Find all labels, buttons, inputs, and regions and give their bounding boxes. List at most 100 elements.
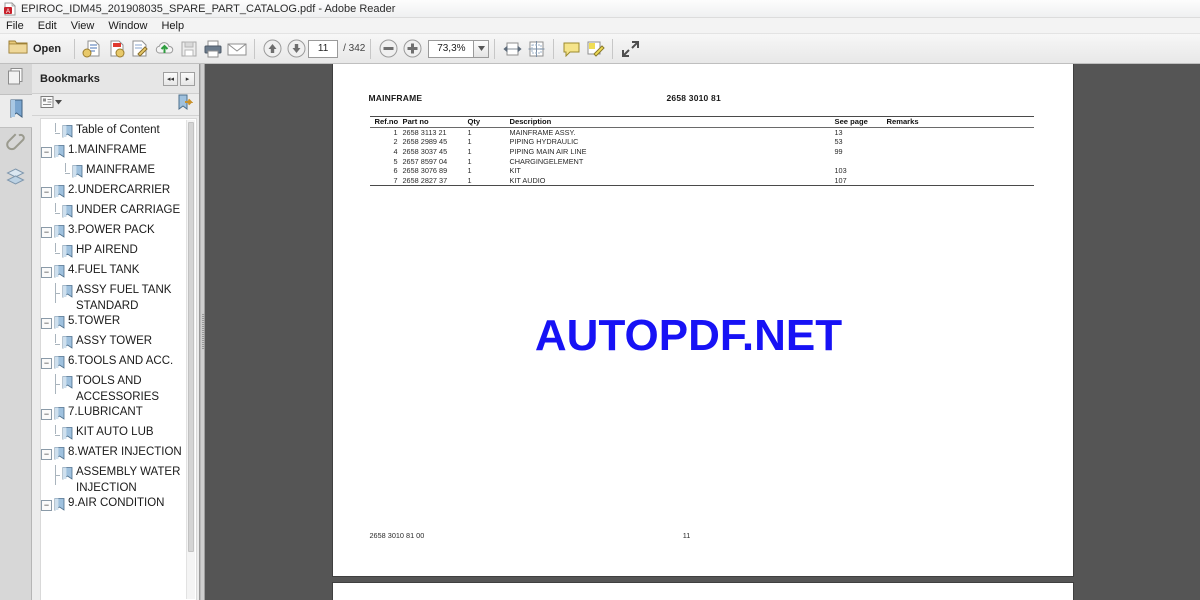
table-body: 1 2658 3113 21 1 MAINFRAME ASSY. 13 2 2658 298… bbox=[370, 128, 1034, 186]
bookmark-label: 7.LUBRICANT bbox=[68, 406, 143, 418]
bookmark-expander-icon[interactable]: − bbox=[41, 449, 52, 460]
attachments-paperclip-icon bbox=[5, 132, 26, 159]
bookmark-expander-icon[interactable]: − bbox=[41, 267, 52, 278]
bookmarks-toolbar bbox=[32, 94, 199, 116]
bookmark-item[interactable]: TOOLS AND ACCESSORIES bbox=[41, 374, 196, 405]
bookmark-label: 5.TOWER bbox=[68, 315, 121, 327]
fit-page-icon[interactable] bbox=[524, 37, 548, 61]
bookmark-icon bbox=[62, 245, 73, 263]
document-viewport[interactable]: MAINFRAME 2658 3010 81 Ref.no Part no Qt… bbox=[205, 64, 1200, 600]
bookmark-item[interactable]: − 8.WATER INJECTION bbox=[41, 445, 196, 465]
bookmark-item[interactable]: ASSY TOWER bbox=[41, 334, 196, 354]
previous-page-icon[interactable] bbox=[260, 37, 284, 61]
open-file-label: Open bbox=[33, 42, 62, 55]
cell-refno: 5 bbox=[393, 156, 398, 166]
new-bookmark-icon[interactable] bbox=[177, 94, 194, 115]
cell-description: PIPING MAIN AIR LINE bbox=[509, 147, 587, 157]
menubar: File Edit View Window Help bbox=[0, 18, 1200, 34]
sidebar-item-bookmarks[interactable] bbox=[0, 94, 32, 128]
expand-panel-button[interactable]: ▸ bbox=[180, 71, 195, 86]
highlight-text-icon[interactable] bbox=[583, 37, 607, 61]
zoom-in-icon[interactable] bbox=[400, 37, 424, 61]
table-bottom-rule bbox=[369, 185, 1034, 187]
sign-document-icon[interactable] bbox=[128, 37, 152, 61]
bookmarks-scrollbar-thumb[interactable] bbox=[188, 122, 194, 552]
bookmarks-scrollbar[interactable] bbox=[186, 120, 195, 599]
bookmark-label: TOOLS AND ACCESSORIES bbox=[76, 375, 160, 403]
next-page-icon[interactable] bbox=[284, 37, 308, 61]
tree-connector-icon bbox=[51, 203, 60, 223]
toolbar-divider bbox=[254, 38, 256, 59]
column-header-partno: Part no bbox=[402, 117, 429, 127]
combine-files-icon[interactable] bbox=[104, 37, 128, 61]
bookmark-expander-icon[interactable]: − bbox=[41, 227, 52, 238]
bookmark-expander-icon[interactable]: − bbox=[41, 409, 52, 420]
bookmark-label: 4.FUEL TANK bbox=[68, 264, 140, 276]
bookmarks-panel-header: Bookmarks ◂◂ ▸ bbox=[32, 64, 199, 94]
save-disk-icon[interactable] bbox=[177, 37, 201, 61]
cell-seepage: 53 bbox=[834, 137, 843, 147]
bookmark-item[interactable]: − 9.AIR CONDITION bbox=[41, 496, 196, 516]
sidebar-item-attachments[interactable] bbox=[0, 128, 32, 162]
bookmark-label: 6.TOOLS AND ACC. bbox=[68, 355, 174, 367]
open-file-button[interactable]: Open bbox=[4, 37, 69, 61]
bookmark-expander-icon[interactable]: − bbox=[41, 500, 52, 511]
sidebar-item-layers[interactable] bbox=[0, 162, 32, 196]
bookmark-item[interactable]: − 7.LUBRICANT bbox=[41, 405, 196, 425]
bookmark-item[interactable]: KIT AUTO LUB bbox=[41, 425, 196, 445]
bookmark-options-menu-icon[interactable] bbox=[40, 95, 64, 114]
watermark-text: AUTOPDF.NET bbox=[534, 311, 843, 360]
print-icon[interactable] bbox=[201, 37, 225, 61]
menu-file[interactable]: File bbox=[6, 20, 32, 32]
cell-qty: 1 bbox=[467, 147, 472, 157]
create-pdf-icon[interactable] bbox=[80, 37, 104, 61]
bookmark-item[interactable]: UNDER CARRIAGE bbox=[41, 203, 196, 223]
cell-partno: 2658 3037 45 bbox=[402, 147, 448, 157]
tree-connector-icon bbox=[61, 163, 70, 183]
collapse-panel-button[interactable]: ◂◂ bbox=[163, 71, 178, 86]
bookmark-expander-icon[interactable]: − bbox=[41, 187, 52, 198]
toolbar-divider bbox=[612, 38, 614, 59]
bookmark-item[interactable]: − 6.TOOLS AND ACC. bbox=[41, 354, 196, 374]
cell-description: MAINFRAME ASSY. bbox=[509, 127, 576, 137]
svg-text:A: A bbox=[6, 9, 10, 15]
fit-width-icon[interactable] bbox=[500, 37, 524, 61]
bookmarks-tree-container[interactable]: Table of Content − 1.MAINFRAME MAINFRAME −… bbox=[40, 118, 197, 600]
bookmark-item[interactable]: − 1.MAINFRAME bbox=[41, 143, 196, 163]
bookmark-item[interactable]: MAINFRAME bbox=[41, 163, 196, 183]
menu-view[interactable]: View bbox=[71, 20, 103, 32]
bookmark-label: MAINFRAME bbox=[86, 164, 155, 176]
bookmark-expander-icon[interactable]: − bbox=[41, 318, 52, 329]
cell-seepage: 99 bbox=[834, 147, 843, 157]
bookmark-expander-icon[interactable]: − bbox=[41, 358, 52, 369]
bookmark-icon bbox=[62, 336, 73, 354]
bookmark-icon bbox=[54, 225, 65, 243]
zoom-out-icon[interactable] bbox=[376, 37, 400, 61]
email-envelope-icon[interactable] bbox=[225, 37, 249, 61]
add-sticky-note-icon[interactable] bbox=[559, 37, 583, 61]
bookmark-icon bbox=[62, 285, 73, 303]
zoom-dropdown-chevron-down-icon[interactable] bbox=[474, 39, 490, 58]
menu-help[interactable]: Help bbox=[161, 20, 192, 32]
menu-edit[interactable]: Edit bbox=[38, 20, 65, 32]
bookmark-item[interactable]: HP AIREND bbox=[41, 243, 196, 263]
page-header-title: MAINFRAME bbox=[368, 93, 423, 103]
bookmark-item[interactable]: − 2.UNDERCARRIER bbox=[41, 183, 196, 203]
bookmark-item[interactable]: Table of Content bbox=[41, 123, 196, 143]
column-header-description: Description bbox=[509, 117, 552, 127]
bookmark-icon bbox=[54, 145, 65, 163]
upload-cloud-icon[interactable] bbox=[152, 37, 177, 61]
bookmark-item[interactable]: − 3.POWER PACK bbox=[41, 223, 196, 243]
bookmark-item[interactable]: ASSY FUEL TANK STANDARD bbox=[41, 283, 196, 314]
page-number-input[interactable] bbox=[308, 39, 339, 58]
bookmark-icon bbox=[62, 427, 73, 445]
bookmark-expander-icon[interactable]: − bbox=[41, 147, 52, 158]
bookmark-item[interactable]: − 4.FUEL TANK bbox=[41, 263, 196, 283]
page-thumbnails-button[interactable] bbox=[0, 64, 32, 94]
bookmark-item[interactable]: ASSEMBLY WATER INJECTION bbox=[41, 465, 196, 496]
bookmark-item[interactable]: − 5.TOWER bbox=[41, 314, 196, 334]
menu-window[interactable]: Window bbox=[108, 20, 155, 32]
zoom-level-input[interactable] bbox=[428, 39, 475, 58]
cell-partno: 2658 3076 89 bbox=[402, 166, 448, 176]
read-mode-icon[interactable] bbox=[618, 37, 642, 61]
